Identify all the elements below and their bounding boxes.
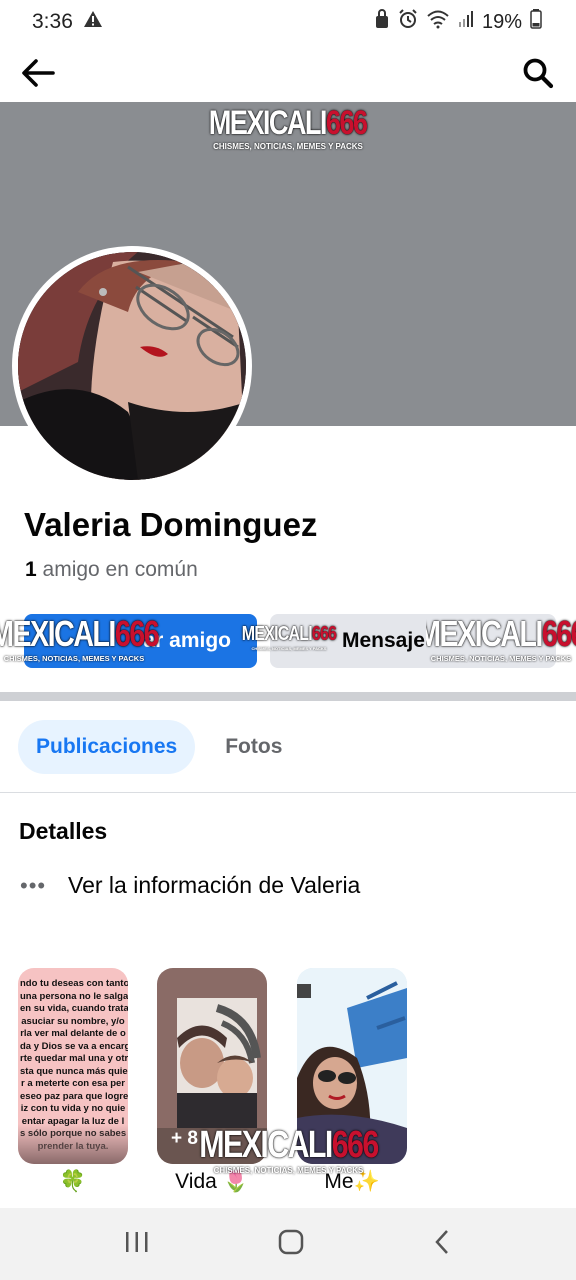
highlight-text-line: rte quedar mal una y otr: [20, 1053, 128, 1064]
highlight-text-line: asuciar su nombre, y/o: [21, 1015, 125, 1027]
signal-icon: [458, 10, 474, 34]
search-icon: [523, 58, 554, 89]
highlight-text-line: iz con tu vida y no quie: [20, 1103, 126, 1114]
battery-icon: [530, 9, 542, 35]
alarm-icon: [398, 9, 418, 35]
watermark-text: MEXICALI666: [199, 1124, 379, 1166]
see-info-label: Ver la información de Valeria: [68, 872, 361, 898]
top-nav: [0, 44, 576, 102]
status-right: 19%: [374, 9, 542, 35]
mutual-friends[interactable]: 1 amigo en común: [25, 558, 198, 582]
watermark-subtitle: CHISMES, NOTICIAS, MEMES Y PACKS: [251, 646, 327, 651]
system-back-button[interactable]: [432, 1229, 452, 1260]
highlight-count-badge: + 8: [171, 1128, 198, 1149]
recent-apps-icon: [126, 1231, 148, 1252]
home-icon: [278, 1229, 304, 1254]
highlight-text-line: en su vida, cuando trata: [20, 1003, 128, 1014]
watermark-logo: MEXICALI666 CHISMES, NOTICIAS, MEMES Y P…: [0, 616, 160, 664]
status-bar: 3:36 19%: [0, 0, 576, 44]
mutual-label: amigo en común: [42, 558, 198, 581]
home-button[interactable]: [278, 1229, 304, 1260]
highlight-text-line: una persona no le salga: [20, 990, 128, 1002]
highlight-text-line: ndo tu deseas con tanto: [20, 978, 128, 989]
highlight-text-line: r a meterte con esa per: [20, 1078, 126, 1089]
status-left: 3:36: [32, 10, 103, 34]
mutual-count: 1: [25, 558, 37, 581]
see-info-row[interactable]: ••• Ver la información de Valeria: [20, 872, 360, 899]
profile-avatar[interactable]: [12, 246, 252, 486]
watermark-subtitle: CHISMES, NOTICIAS, MEMES Y PACKS: [213, 1166, 364, 1175]
highlight-card-text[interactable]: ndo tu deseas con tanto una persona no le…: [18, 968, 128, 1164]
recent-apps-button[interactable]: [124, 1230, 150, 1259]
highlight-text-line: rla ver mal delante de o: [20, 1028, 126, 1039]
battery-percent: 19%: [481, 10, 522, 33]
chevron-left-icon: [435, 1229, 448, 1254]
watermark-logo: MEXICALI666 CHISMES, NOTICIAS, MEMES Y P…: [196, 106, 380, 151]
watermark-logo: MEXICALI666 CHISMES, NOTICIAS, MEMES Y P…: [241, 623, 337, 651]
watermark-logo: MEXICALI666 CHISMES, NOTICIAS, MEMES Y P…: [426, 616, 576, 663]
watermark-text: MEXICALI666: [0, 613, 160, 654]
watermark-logo: MEXICALI666 CHISMES, NOTICIAS, MEMES Y P…: [199, 1126, 379, 1175]
tab-publicaciones[interactable]: Publicaciones: [18, 720, 196, 774]
watermark-subtitle: CHISMES, NOTICIAS, MEMES Y PACKS: [213, 142, 363, 151]
system-nav-bar: [0, 1208, 576, 1280]
watermark-subtitle: CHISMES, NOTICIAS, MEMES Y PACKS: [3, 654, 145, 663]
highlight-text-line: eseo paz para que logre: [20, 1090, 128, 1102]
lock-notify-icon: [374, 9, 390, 35]
watermark-text: MEXICALI666: [209, 104, 368, 142]
wifi-icon: [426, 9, 450, 35]
highlight-text-line: da y Dios se va a encarg: [20, 1040, 128, 1052]
message-label: Mensaje: [342, 629, 425, 652]
profile-tabs: Publicaciones Fotos: [18, 720, 300, 774]
search-button[interactable]: [518, 53, 558, 93]
watermark-subtitle: CHISMES, NOTICIAS, MEMES Y PACKS: [430, 654, 572, 663]
more-dots-icon: •••: [20, 872, 47, 898]
watermark-text: MEXICALI666: [241, 623, 337, 645]
tabs-divider: [0, 792, 576, 793]
details-title: Detalles: [19, 818, 108, 844]
watermark-text: MEXICALI666: [426, 616, 576, 654]
profile-actions: ar amigo Mensaje MEXICALI666 CHISMES, NO…: [0, 612, 576, 670]
back-button[interactable]: [18, 53, 58, 93]
avatar-photo: [18, 252, 246, 480]
highlight-text-line: sta que nunca más quie: [20, 1065, 128, 1077]
arrow-left-icon: [22, 59, 55, 87]
status-time: 3:36: [32, 10, 73, 33]
highlight-label: 🍀: [59, 1170, 87, 1193]
profile-name: Valeria Dominguez: [24, 506, 318, 543]
section-divider: [0, 692, 576, 701]
tab-fotos[interactable]: Fotos: [207, 720, 300, 774]
warning-icon: [83, 10, 103, 34]
